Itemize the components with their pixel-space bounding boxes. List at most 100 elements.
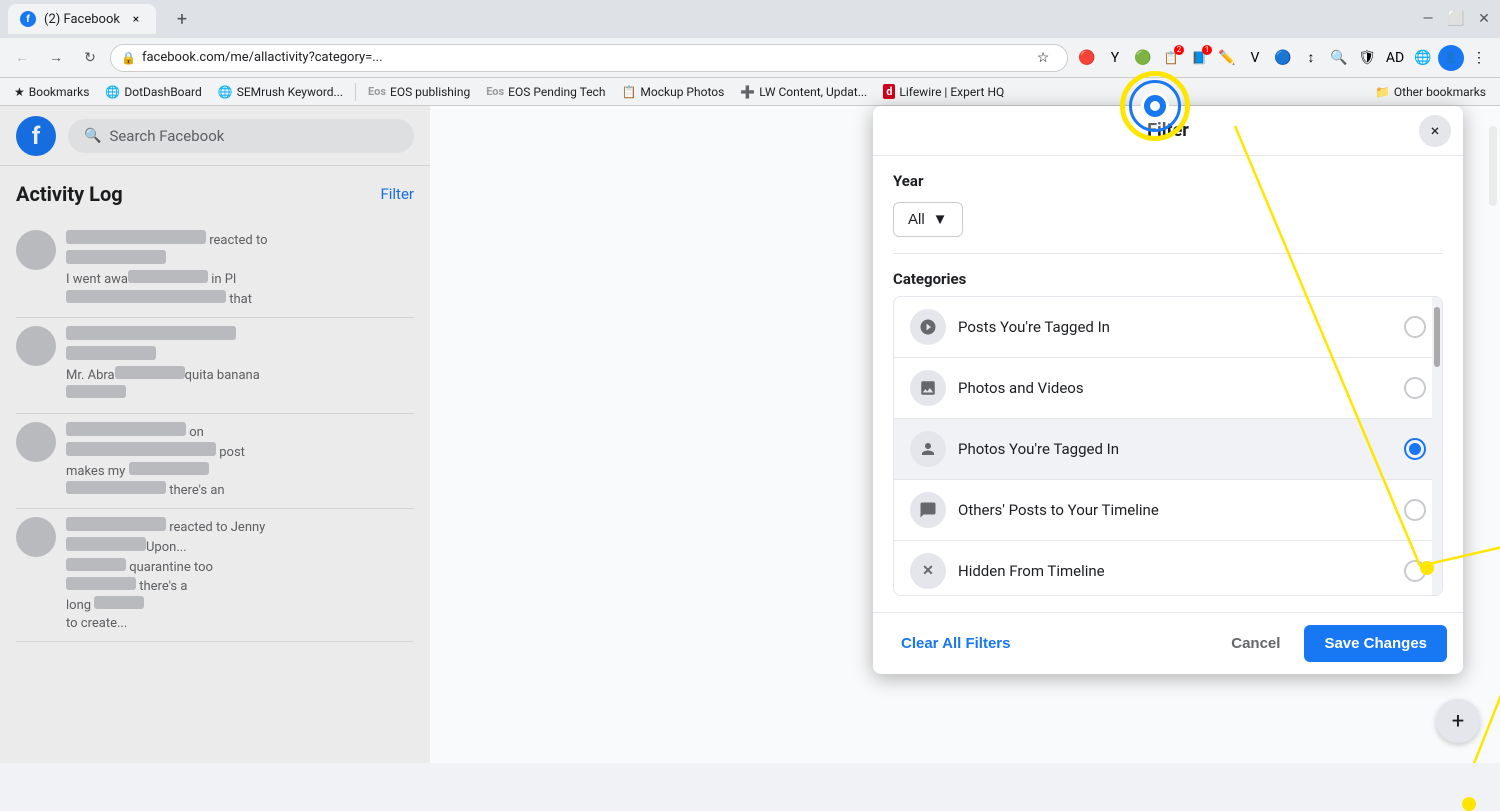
ext-icon-6[interactable]: ✏️ [1214,45,1240,71]
save-changes-btn[interactable]: Save Changes [1304,625,1447,662]
eos-icon-2: Eos [486,85,504,98]
activity-text-2: Mr. Abra quita banana [66,326,260,405]
radio-others-posts[interactable] [1404,499,1426,521]
avatar-4 [16,517,56,557]
radio-tagged-photos[interactable] [1404,438,1426,460]
ext-icon-13[interactable]: 🌐 [1410,45,1436,71]
scrollbar-track[interactable] [1432,297,1442,595]
bookmark-label: DotDashBoard [124,85,201,99]
tagged-photos-icon [910,431,946,467]
ext-icon-3[interactable]: 🟢 [1130,45,1156,71]
bookmark-dotdash[interactable]: 🌐 DotDashBoard [99,83,207,101]
maximize-btn[interactable]: ⬜ [1448,11,1464,27]
tab-favicon: f [20,11,36,27]
filter-link[interactable]: Filter [380,185,414,203]
tagged-posts-icon [910,309,946,345]
close-btn[interactable]: ✕ [1476,11,1492,27]
lifewire-icon: d [883,84,895,99]
ext-icon-8[interactable]: 🔵 [1270,45,1296,71]
mockup-icon: 📋 [621,85,636,99]
bookmark-bookmarks[interactable]: ★ Bookmarks [8,83,95,101]
annotation-radio-visual [1141,92,1169,120]
ext-icon-1[interactable]: 🔴 [1074,45,1100,71]
ext-icon-10[interactable]: 🔍 [1326,45,1352,71]
sidebar-content: Activity Log Filter reacted to I went aw… [0,166,430,658]
eos-icon: Eos [368,85,386,98]
menu-btn[interactable]: ⋮ [1466,45,1492,71]
fb-logo[interactable]: f [16,116,56,156]
extension-icons: 🔴 Y 🟢 📋 2 📘 1 ✏️ V 🔵 ↕ 🔍 🛡 AD 🌐 👤 ⋮ [1074,45,1492,71]
omnibox-bar: ← → ↻ 🔒 facebook.com/me/allactivity?cate… [0,38,1500,78]
activity-log-header: Activity Log Filter [16,182,414,206]
categories-section: Categories Posts You're Tagged In [893,270,1443,596]
lock-icon: 🔒 [121,51,136,65]
ext-icon-11[interactable]: 🛡 [1354,45,1380,71]
cat-label-photos-videos: Photos and Videos [958,379,1392,397]
category-item-hidden[interactable]: ✕ Hidden From Timeline [894,541,1442,596]
active-tab[interactable]: f (2) Facebook × [8,4,156,34]
window-controls: — ⬜ ✕ [1420,11,1492,27]
ext-icon-7[interactable]: V [1242,45,1268,71]
bookmark-globe-icon: 🌐 [105,85,120,99]
forward-btn[interactable]: → [42,44,70,72]
minimize-btn[interactable]: — [1420,11,1436,27]
category-item-tagged-posts[interactable]: Posts You're Tagged In [894,297,1442,358]
activity-item-2: Mr. Abra quita banana [16,318,414,414]
bookmark-label-4: EOS Pending Tech [508,85,605,99]
ext-icon-4[interactable]: 📋 2 [1158,45,1184,71]
address-bar[interactable]: 🔒 facebook.com/me/allactivity?category=.… [110,44,1068,72]
annotation-circle-inner [1129,80,1181,132]
cat-label-hidden: Hidden From Timeline [958,562,1392,580]
category-item-tagged-photos[interactable]: Photos You're Tagged In [894,419,1442,480]
modal-close-btn[interactable]: × [1419,115,1451,147]
ext-icon-5[interactable]: 📘 1 [1186,45,1212,71]
cancel-btn[interactable]: Cancel [1215,627,1296,660]
tab-close-btn[interactable]: × [128,11,144,27]
bookmark-eos-tech[interactable]: Eos EOS Pending Tech [480,83,611,101]
clear-filters-btn[interactable]: Clear All Filters [889,627,1022,660]
year-select-btn[interactable]: All ▼ [893,202,963,237]
activity-item: reacted to I went awa in Pl that [16,222,414,318]
bookmark-star-btn[interactable]: ☆ [1029,44,1057,72]
activity-item-3: on post makes my there's an [16,414,414,510]
annotation-radio-dot [1150,101,1160,111]
bookmark-label-8: Other bookmarks [1394,85,1486,99]
bookmark-lw[interactable]: ➕ LW Content, Updat... [734,83,873,101]
category-item-others-posts[interactable]: Others' Posts to Your Timeline [894,480,1442,541]
back-btn[interactable]: ← [8,44,36,72]
scrollbar-thumb [1434,307,1440,367]
photos-videos-icon [910,370,946,406]
ext-icon-2[interactable]: Y [1102,45,1128,71]
bookmark-lifewire[interactable]: d Lifewire | Expert HQ [877,82,1010,101]
ext-icon-9[interactable]: ↕ [1298,45,1324,71]
bookmark-other[interactable]: 📁 Other bookmarks [1369,83,1492,101]
plus-circle-btn[interactable]: + [1436,699,1480,743]
refresh-btn[interactable]: ↻ [76,44,104,72]
cat-label-tagged-posts: Posts You're Tagged In [958,318,1392,336]
annotation-dot-save [1462,797,1476,811]
bookmark-semrush[interactable]: 🌐 SEMrush Keyword... [212,83,349,101]
bookmark-mockup[interactable]: 📋 Mockup Photos [615,83,730,101]
bookmark-separator [355,83,356,101]
search-box[interactable]: 🔍 Search Facebook [68,119,414,153]
avatar-3 [16,422,56,462]
filter-modal: Filter × Year All ▼ Categories [873,106,1463,674]
profile-icon[interactable]: 👤 [1438,45,1464,71]
search-placeholder: Search Facebook [109,127,224,145]
year-label: Year [893,172,1443,190]
bookmark-eos-pub[interactable]: Eos EOS publishing [362,83,476,101]
activity-text: reacted to I went awa in Pl that [66,230,268,309]
category-item-photos-videos[interactable]: Photos and Videos [894,358,1442,419]
activity-log-title: Activity Log [16,182,123,206]
section-divider [893,253,1443,254]
ext-icon-12[interactable]: AD [1382,45,1408,71]
bookmark-label-6: LW Content, Updat... [759,85,867,99]
radio-tagged-posts[interactable] [1404,316,1426,338]
avatar-2 [16,326,56,366]
new-tab-btn[interactable]: + [168,5,196,33]
cat-label-tagged-photos: Photos You're Tagged In [958,440,1392,458]
year-value: All [908,211,925,228]
bookmark-label-7: Lifewire | Expert HQ [899,85,1004,99]
radio-photos-videos[interactable] [1404,377,1426,399]
title-bar: f (2) Facebook × + — ⬜ ✕ [0,0,1500,38]
